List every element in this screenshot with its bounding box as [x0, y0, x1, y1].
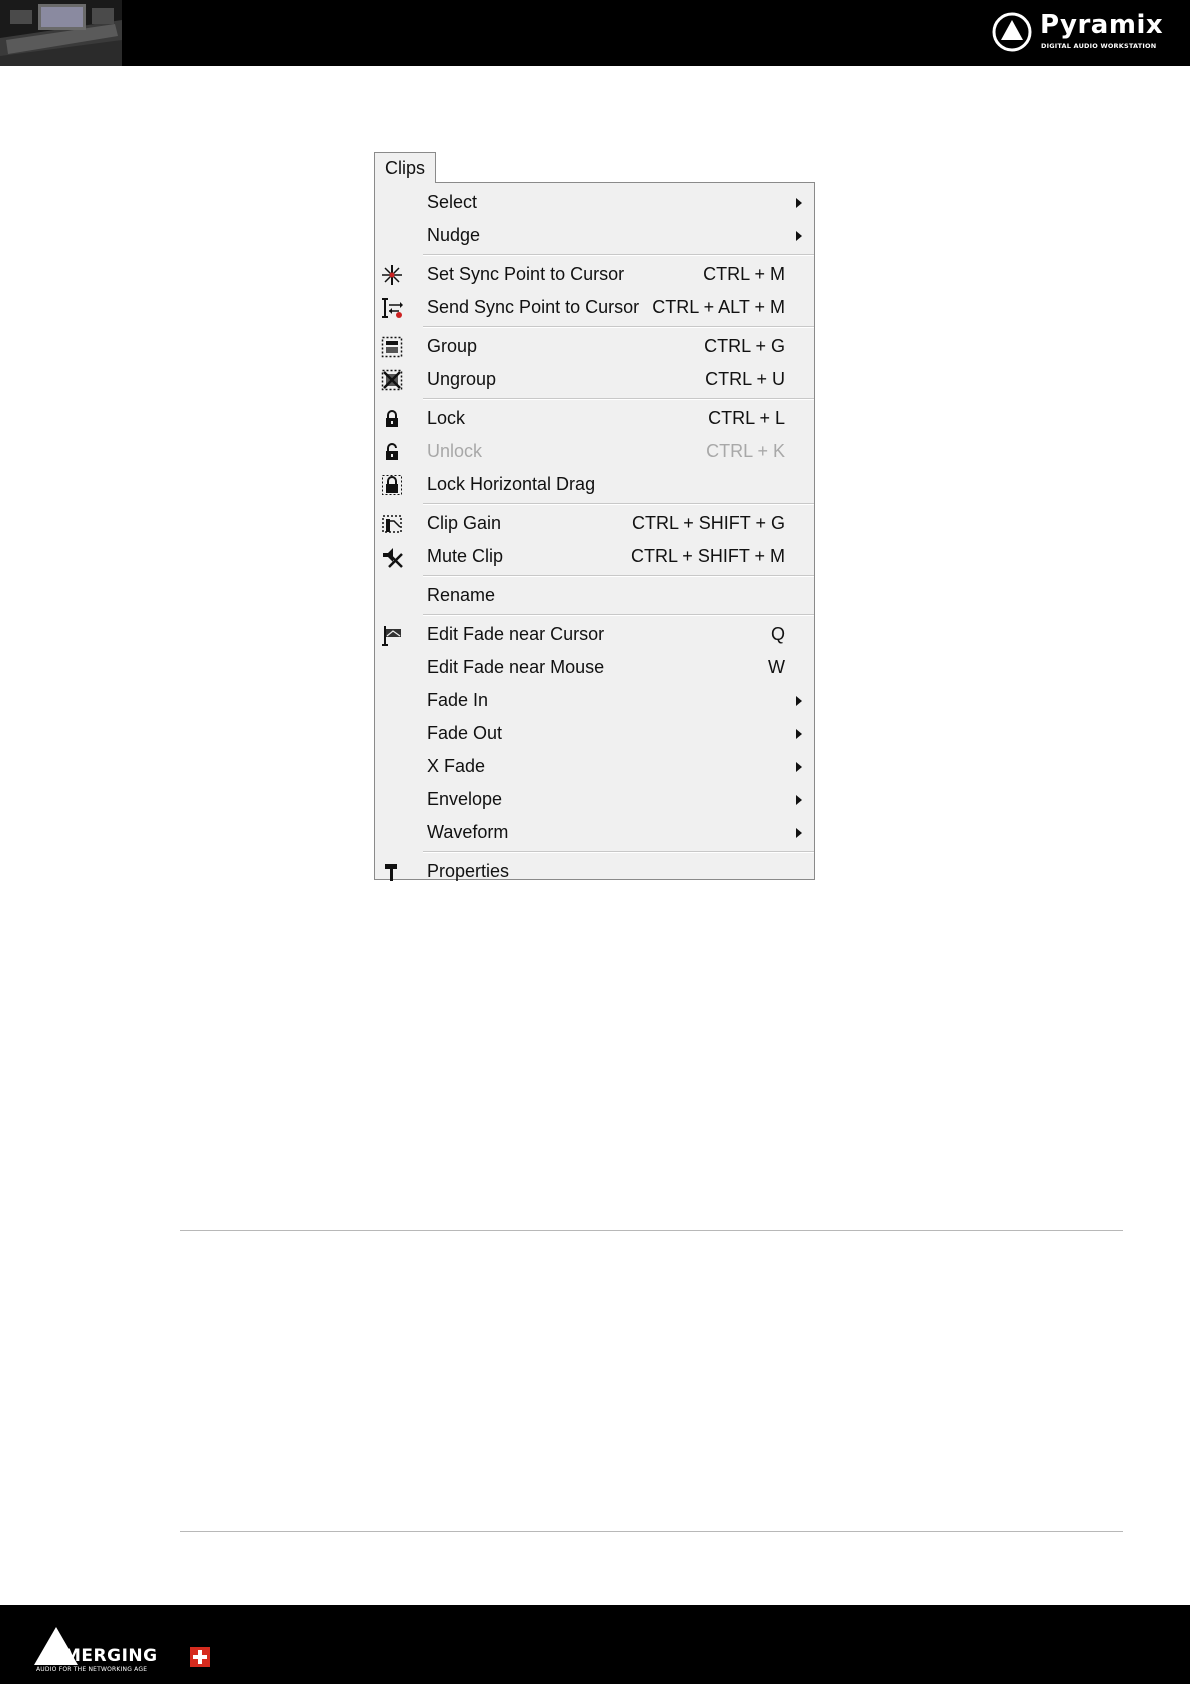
group-icon [381, 336, 403, 358]
menu-separator [423, 326, 814, 328]
menu-item-label: Envelope [427, 789, 503, 809]
menu-item-mute-clip[interactable]: Mute Clip CTRL + SHIFT + M [375, 540, 814, 573]
menu-item-shortcut: CTRL + SHIFT + G [631, 513, 785, 533]
menu-item-label: Properties [427, 861, 510, 881]
page-footer: MERGING AUDIO FOR THE NETWORKING AGE [0, 1605, 1190, 1684]
submenu-arrow-icon [796, 795, 802, 805]
menu-item-label: Fade Out [427, 723, 503, 743]
lock-icon [386, 410, 398, 427]
menu-item-shortcut: Q [770, 624, 785, 644]
submenu-arrow-icon [796, 762, 802, 772]
clip-gain-icon [382, 515, 402, 533]
menu-item-group[interactable]: Group CTRL + G [375, 330, 814, 363]
menu-item-lock[interactable]: Lock CTRL + L [375, 402, 814, 435]
menu-item-clip-gain[interactable]: Clip Gain CTRL + SHIFT + G [375, 507, 814, 540]
submenu-arrow-icon [796, 828, 802, 838]
merging-brand-name: MERGING [64, 1646, 158, 1666]
menu-separator [423, 254, 814, 256]
menu-item-send-sync-point[interactable]: Send Sync Point to Cursor CTRL + ALT + M [375, 291, 814, 324]
menu-item-shortcut: CTRL + G [704, 336, 785, 356]
menu-item-rename[interactable]: Rename [375, 579, 814, 612]
menu-item-shortcut: CTRL + ALT + M [652, 297, 785, 317]
menu-item-waveform[interactable]: Waveform [375, 816, 814, 849]
menu-item-edit-fade-cursor[interactable]: Edit Fade near Cursor Q [375, 618, 814, 651]
menu-item-label: X Fade [427, 756, 486, 776]
menu-item-envelope[interactable]: Envelope [375, 783, 814, 816]
brand-name: Pyramix [1040, 10, 1164, 40]
lock-horizontal-icon [382, 475, 402, 495]
menu-item-label: Unlock [427, 441, 483, 461]
merging-tagline: AUDIO FOR THE NETWORKING AGE [36, 1666, 148, 1673]
submenu-arrow-icon [796, 198, 802, 208]
ungroup-icon [381, 369, 403, 391]
menu-item-label: Fade In [427, 690, 489, 710]
menu-item-label: Set Sync Point to Cursor [427, 264, 625, 284]
menu-item-ungroup[interactable]: Ungroup CTRL + U [375, 363, 814, 396]
menu-tab-clips[interactable]: Clips [374, 152, 436, 183]
menu-item-label: Lock [427, 408, 466, 428]
unlock-icon [386, 443, 398, 460]
menu-item-shortcut: CTRL + SHIFT + M [630, 546, 785, 566]
swiss-cross-icon [190, 1647, 210, 1667]
page-divider-top [180, 1230, 1123, 1231]
menu-separator [423, 575, 814, 577]
menu-separator [423, 398, 814, 400]
menu-item-label: Ungroup [427, 369, 497, 389]
menu-item-set-sync-point[interactable]: Set Sync Point to Cursor CTRL + M [375, 258, 814, 291]
studio-photo [0, 0, 122, 66]
menu-separator [423, 851, 814, 853]
menu-item-lock-horizontal-drag[interactable]: Lock Horizontal Drag [375, 468, 814, 501]
menu-item-shortcut: CTRL + K [706, 441, 785, 461]
menu-item-label: Edit Fade near Mouse [427, 657, 605, 677]
menu-item-label: Send Sync Point to Cursor [427, 297, 640, 317]
merging-logo: MERGING AUDIO FOR THE NETWORKING AGE [34, 1625, 224, 1675]
sync-point-icon [382, 265, 402, 285]
menu-item-properties[interactable]: Properties [375, 855, 814, 888]
brand-tagline: DIGITAL AUDIO WORKSTATION [1041, 42, 1157, 50]
menu-item-fade-out[interactable]: Fade Out [375, 717, 814, 750]
menu-item-shortcut: CTRL + U [705, 369, 785, 389]
hammer-icon [385, 864, 397, 881]
menu-item-shortcut: CTRL + L [708, 408, 785, 428]
menu-item-nudge[interactable]: Nudge [375, 219, 814, 252]
menu-item-label: Nudge [427, 225, 481, 245]
menu-item-shortcut: W [768, 657, 785, 677]
edit-fade-icon [382, 626, 401, 646]
submenu-arrow-icon [796, 696, 802, 706]
menu-item-unlock[interactable]: Unlock CTRL + K [375, 435, 814, 468]
menu-item-x-fade[interactable]: X Fade [375, 750, 814, 783]
pyramix-triangle-icon [992, 12, 1032, 52]
menu-item-label: Select [427, 192, 478, 212]
menu-item-label: Mute Clip [427, 546, 504, 566]
menu-item-label: Lock Horizontal Drag [427, 474, 596, 494]
menu-separator [423, 614, 814, 616]
page-divider-bottom [180, 1531, 1123, 1532]
menu-separator [423, 503, 814, 505]
pyramix-logo: Pyramix DIGITAL AUDIO WORKSTATION [992, 10, 1172, 56]
menu-item-fade-in[interactable]: Fade In [375, 684, 814, 717]
menu-item-shortcut: CTRL + M [703, 264, 785, 284]
mute-clip-icon [383, 548, 403, 568]
menu-item-label: Edit Fade near Cursor [427, 624, 605, 644]
menu-item-select[interactable]: Select [375, 186, 814, 219]
send-sync-icon [382, 298, 403, 318]
menu-item-label: Rename [427, 585, 496, 605]
menu-item-edit-fade-mouse[interactable]: Edit Fade near Mouse W [375, 651, 814, 684]
menu-item-label: Waveform [427, 822, 509, 842]
submenu-arrow-icon [796, 729, 802, 739]
menu-item-label: Clip Gain [427, 513, 502, 533]
page-header: Pyramix DIGITAL AUDIO WORKSTATION [0, 0, 1190, 66]
menu-item-label: Group [427, 336, 478, 356]
submenu-arrow-icon [796, 231, 802, 241]
clips-menu: Select Nudge Set Sync Point to Cursor CT… [374, 182, 815, 881]
